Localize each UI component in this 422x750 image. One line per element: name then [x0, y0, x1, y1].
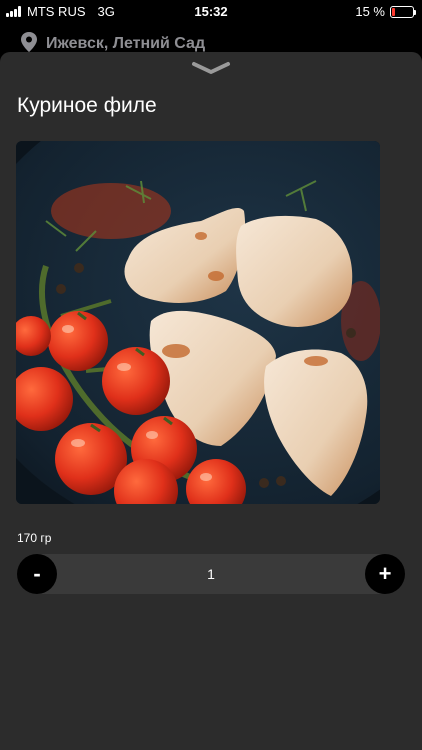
quantity-value: 1: [207, 566, 215, 582]
battery-level: [392, 7, 395, 16]
product-weight: 170 гр: [17, 531, 52, 545]
status-bar: MTS RUS 3G 15:32 15 %: [0, 0, 422, 22]
product-title: Куриное филе: [17, 94, 157, 117]
battery-icon: [390, 5, 416, 18]
status-right: 15 %: [355, 4, 416, 19]
location-text: Ижевск, Летний Сад: [46, 35, 206, 52]
battery-percent: 15 %: [355, 4, 385, 19]
product-photo: [16, 141, 380, 504]
increase-quantity-button[interactable]: +: [365, 554, 405, 594]
chevron-down-icon[interactable]: [191, 60, 231, 76]
product-sheet: Куриное филе 170 гр - 1 +: [0, 52, 422, 750]
location-pin-icon: [21, 32, 37, 52]
quantity-stepper: - 1 +: [17, 554, 405, 594]
decrease-quantity-button[interactable]: -: [17, 554, 57, 594]
